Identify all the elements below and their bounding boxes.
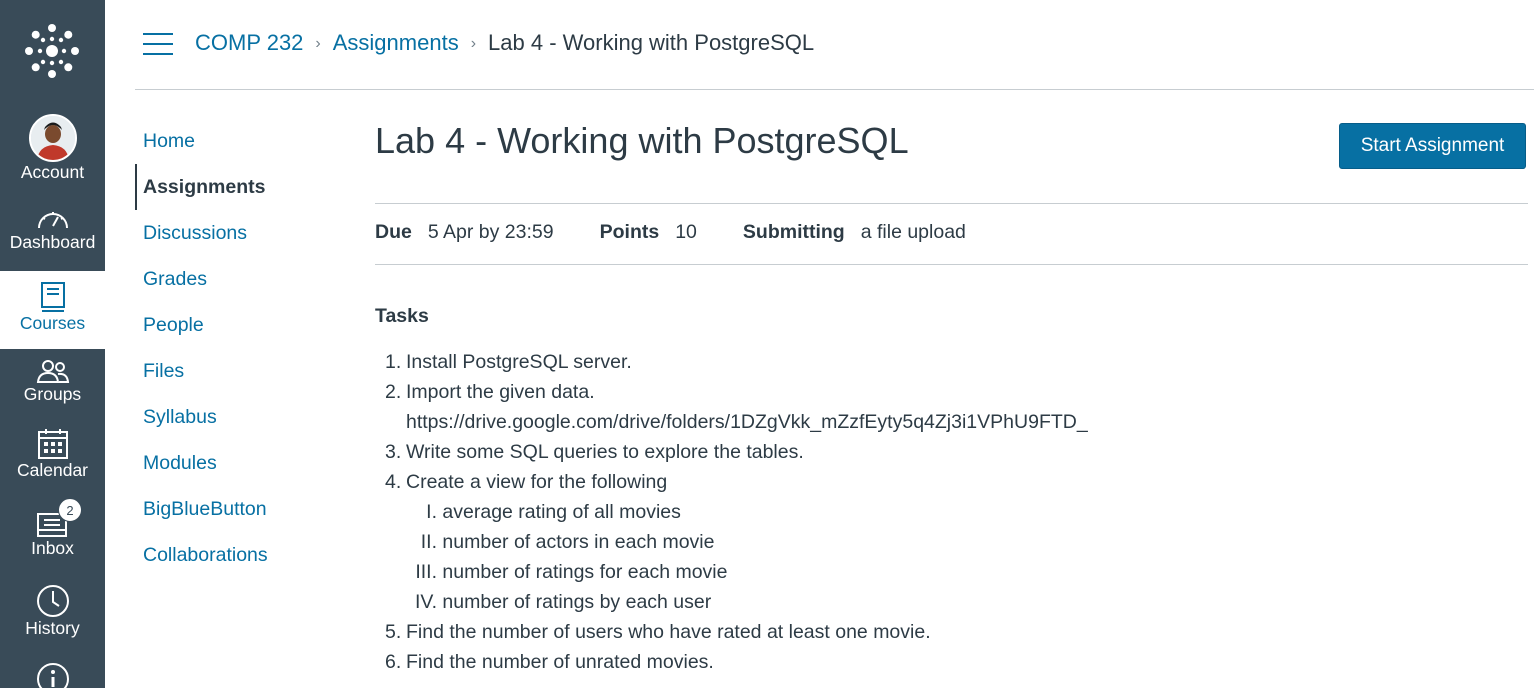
list-item: 6. Find the number of unrated movies. (385, 651, 714, 673)
sub-list-item: II. number of actors in each movie (385, 527, 1088, 557)
nav-history-label: History (25, 618, 80, 638)
list-item: 5. Find the number of users who have rate… (385, 621, 931, 643)
points-label: Points (599, 221, 660, 243)
sub-text: number of ratings for each movie (442, 561, 728, 583)
list-item: 1. Install PostgreSQL server. (385, 351, 632, 373)
task-list: 1. Install PostgreSQL server. 2. Import th… (385, 347, 1088, 677)
sub-num: II. (420, 531, 437, 553)
nav-groups-label: Groups (23, 384, 82, 404)
nav-account[interactable]: Account (0, 114, 105, 183)
global-nav: Account Dashboard Courses Groups Calenda… (0, 0, 105, 695)
nav-inbox-label: Inbox (31, 538, 74, 558)
sub-list-item: III. number of ratings for each movie (385, 557, 1088, 587)
course-nav-bigbluebutton[interactable]: BigBlueButton (135, 486, 335, 532)
course-nav-modules[interactable]: Modules (135, 440, 335, 486)
course-nav-collaborations[interactable]: Collaborations (135, 532, 335, 578)
sub-text: number of actors in each movie (442, 531, 715, 553)
task-text: Find the number of unrated movies. (406, 651, 714, 673)
menu-toggle-button[interactable] (143, 33, 173, 55)
nav-history[interactable]: History (0, 584, 105, 639)
nav-calendar-label: Calendar (16, 460, 89, 480)
list-item: 3. Write some SQL queries to explore the … (385, 441, 804, 463)
groups-icon (36, 360, 69, 383)
sub-text: number of ratings by each user (442, 591, 712, 613)
help-icon (36, 663, 69, 695)
divider (375, 203, 1528, 204)
inbox-unread-badge: 2 (58, 498, 82, 522)
chevron-right-icon: › (315, 35, 321, 52)
course-nav-files[interactable]: Files (135, 348, 335, 394)
calendar-icon (37, 429, 68, 459)
list-item: 2. Import the given data. (385, 381, 595, 403)
task-text: Create a view for the following (406, 471, 668, 493)
page-title: Lab 4 - Working with PostgreSQL (375, 120, 909, 161)
sub-list-item: I. average rating of all movies (385, 497, 1088, 527)
course-nav-discussions[interactable]: Discussions (135, 210, 335, 256)
breadcrumb-course-link[interactable]: COMP 232 (195, 30, 303, 56)
task-text: Write some SQL queries to explore the ta… (406, 441, 804, 463)
nav-courses-label: Courses (19, 313, 86, 333)
divider (375, 264, 1528, 265)
nav-calendar[interactable]: Calendar (0, 428, 105, 481)
list-item: 4. Create a view for the following (385, 471, 668, 493)
submitting-value: a file upload (860, 221, 966, 243)
breadcrumb: COMP 232 › Assignments › Lab 4 - Working… (195, 30, 814, 56)
points-value: 10 (675, 221, 697, 243)
sub-list-item: IV. number of ratings by each user (385, 587, 1088, 617)
course-nav-assignments[interactable]: Assignments (135, 164, 335, 210)
nav-account-label: Account (20, 162, 85, 182)
task-text: Import the given data. (406, 381, 595, 403)
course-nav-home[interactable]: Home (135, 118, 335, 164)
nav-help[interactable] (0, 662, 105, 696)
courses-icon (40, 282, 65, 312)
task-text: Install PostgreSQL server. (406, 351, 632, 373)
due-value: 5 Apr by 23:59 (427, 221, 554, 243)
course-nav-people[interactable]: People (135, 302, 335, 348)
nav-courses[interactable]: Courses (0, 271, 105, 349)
chevron-right-icon: › (470, 35, 477, 52)
task-text: Find the number of users who have rated … (406, 621, 931, 643)
breadcrumb-current: Lab 4 - Working with PostgreSQL (488, 30, 815, 55)
breadcrumb-assignments-link[interactable]: Assignments (333, 30, 459, 56)
clock-icon (36, 585, 69, 617)
course-nav-syllabus[interactable]: Syllabus (135, 394, 335, 440)
sub-text: average rating of all movies (442, 501, 681, 523)
nav-groups[interactable]: Groups (0, 358, 105, 405)
header-divider (135, 89, 1534, 90)
dashboard-icon (37, 212, 68, 229)
nav-dashboard-label: Dashboard (9, 232, 96, 252)
start-assignment-button[interactable]: Start Assignment (1339, 123, 1526, 169)
course-nav-grades[interactable]: Grades (135, 256, 335, 302)
submitting-label: Submitting (742, 221, 845, 243)
sub-num: I. (426, 501, 437, 523)
nav-dashboard[interactable]: Dashboard (0, 206, 105, 253)
nav-inbox[interactable]: Inbox (0, 506, 105, 559)
tasks-heading: Tasks (375, 305, 429, 327)
assignment-details: Due 5 Apr by 23:59 Points 10 Submitting … (375, 221, 1012, 244)
due-label: Due (375, 221, 412, 243)
course-nav: Home Assignments Discussions Grades Peop… (135, 118, 335, 578)
sub-num: IV. (414, 591, 437, 613)
canvas-logo-icon[interactable] (23, 22, 81, 80)
sub-num: III. (415, 561, 437, 583)
data-link[interactable]: https://drive.google.com/drive/folders/1… (385, 407, 1088, 437)
avatar (28, 114, 77, 162)
